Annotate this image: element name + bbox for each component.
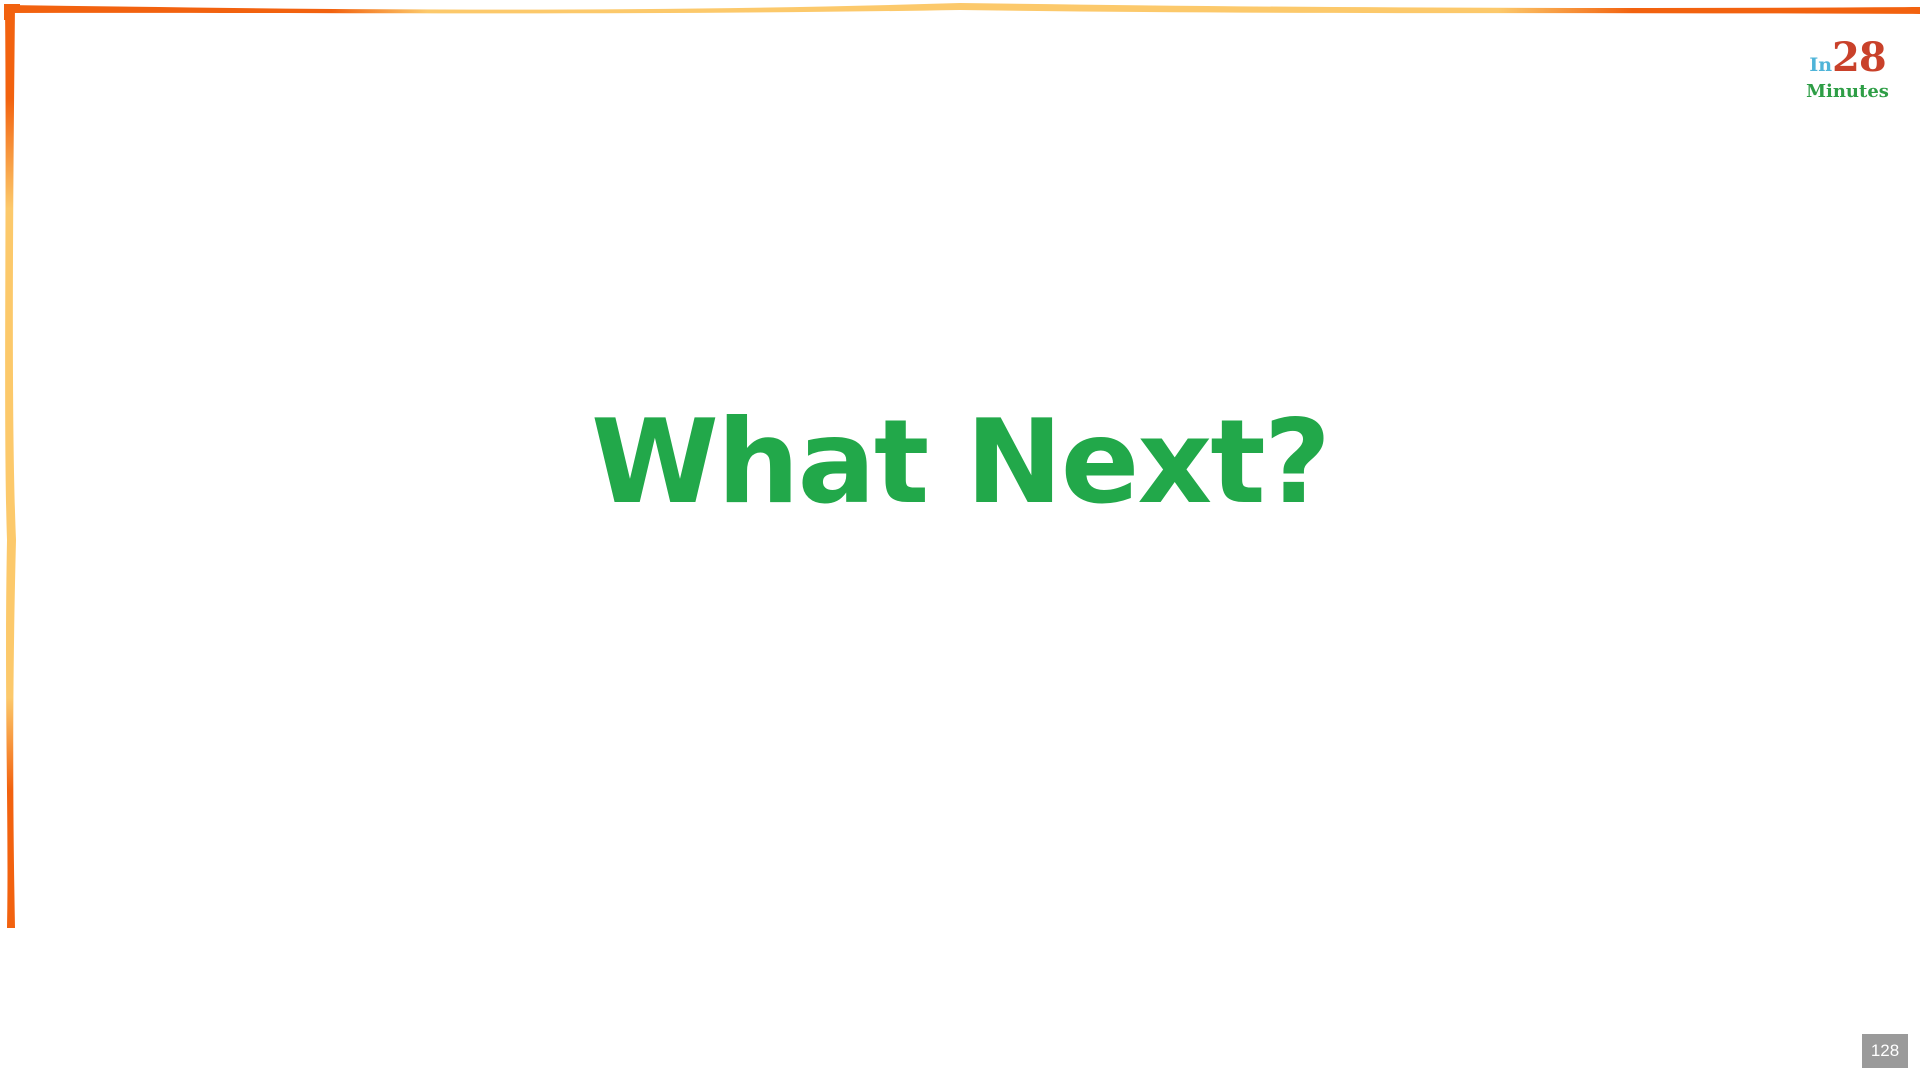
slide-title: What Next? — [591, 395, 1331, 530]
logo-minutes-text: Minutes — [1806, 81, 1889, 102]
page-number-badge: 128 — [1862, 1034, 1908, 1068]
logo-number-text: 28 — [1832, 34, 1887, 81]
top-border-stroke — [6, 3, 1920, 14]
corner-stroke — [4, 4, 20, 20]
slide: In28 Minutes What Next? 128 — [0, 0, 1920, 1080]
logo-in-text: In — [1809, 54, 1833, 76]
in28minutes-logo: In28 Minutes — [1800, 36, 1895, 106]
decorative-border — [4, 3, 1920, 928]
